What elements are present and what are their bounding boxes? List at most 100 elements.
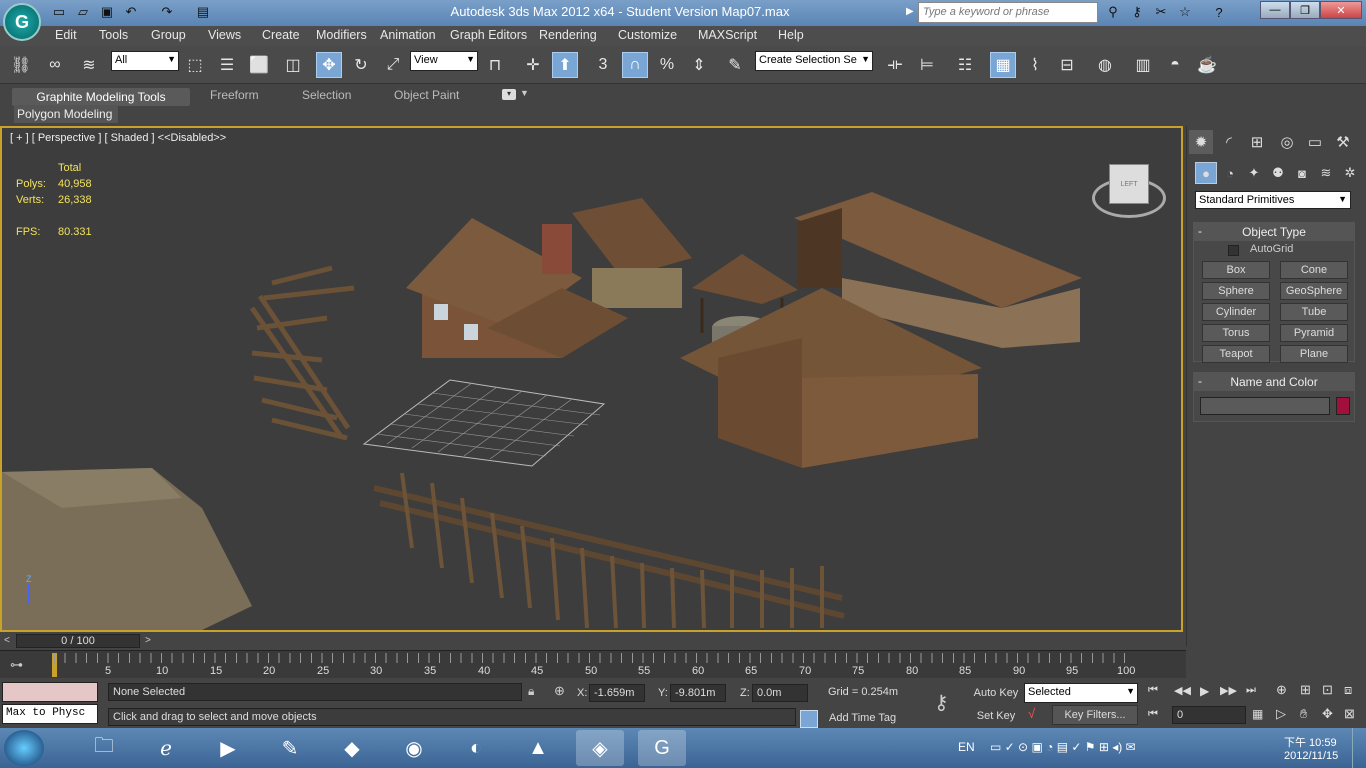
internet-explorer-icon[interactable]: ℯ xyxy=(142,730,190,766)
menu-graph-editors[interactable]: Graph Editors xyxy=(450,28,527,42)
auto-key-button[interactable]: Auto Key xyxy=(972,683,1020,703)
name-color-header[interactable]: - Name and Color xyxy=(1194,373,1354,391)
layer-manager-icon[interactable]: ☷ xyxy=(952,52,978,78)
geosphere-button[interactable]: GeoSphere xyxy=(1280,282,1348,300)
time-slider[interactable]: 0 / 100 xyxy=(16,634,140,648)
slider-left-arrow-icon[interactable]: < xyxy=(4,635,10,646)
selection-set-dropdown[interactable]: Create Selection Se ▼ xyxy=(755,51,873,71)
timeline[interactable]: ⊶ 5 10 15 20 25 30 35 40 45 50 55 60 65 … xyxy=(0,650,1186,678)
next-frame-icon[interactable]: ▶▶ xyxy=(1220,684,1237,697)
select-by-name-icon[interactable]: ☰ xyxy=(214,52,240,78)
current-frame-field[interactable]: 0 xyxy=(1172,706,1246,724)
edit-named-selection-icon[interactable]: ✎ xyxy=(722,52,748,78)
sphere-button[interactable]: Sphere xyxy=(1202,282,1270,300)
key-icon[interactable]: ⚷ xyxy=(1128,3,1146,21)
collapse-icon[interactable]: - xyxy=(1198,224,1202,238)
cylinder-button[interactable]: Cylinder xyxy=(1202,303,1270,321)
rendered-frame-icon[interactable]: ◓ xyxy=(1162,52,1188,78)
menu-group[interactable]: Group xyxy=(151,28,186,42)
perspective-viewport[interactable]: [ + ] [ Perspective ] [ Shaded ] <<Disab… xyxy=(0,126,1183,632)
reference-coordinate-dropdown[interactable]: View ▼ xyxy=(410,51,478,71)
cone-button[interactable]: Cone xyxy=(1280,261,1348,279)
ribbon-options-icon[interactable]: ▾ xyxy=(502,89,516,100)
systems-icon[interactable]: ✲ xyxy=(1339,162,1361,184)
render-setup-icon[interactable]: ▥ xyxy=(1130,52,1156,78)
tab-object-paint[interactable]: Object Paint xyxy=(394,88,459,106)
field-of-view-icon[interactable]: ▷ xyxy=(1276,706,1286,722)
set-keys-key-icon[interactable]: ⚷ xyxy=(934,690,949,715)
chevron-down-icon[interactable]: ▼ xyxy=(520,88,529,98)
open-file-icon[interactable]: ▱ xyxy=(74,3,92,21)
motion-tab-icon[interactable]: ◎ xyxy=(1275,130,1299,154)
clock-time[interactable]: 下午 10:59 xyxy=(1284,734,1337,750)
hierarchy-tab-icon[interactable]: ⊞ xyxy=(1245,130,1269,154)
chrome-icon[interactable]: ◉ xyxy=(390,730,438,766)
tab-selection[interactable]: Selection xyxy=(302,88,351,106)
menu-edit[interactable]: Edit xyxy=(55,28,77,42)
geometry-icon[interactable]: ● xyxy=(1195,162,1217,184)
key-mode-toggle-icon[interactable]: ⏮ xyxy=(1148,708,1158,721)
select-manipulate-icon[interactable]: ✛ xyxy=(520,52,546,78)
menu-modifiers[interactable]: Modifiers xyxy=(316,28,367,42)
rectangular-selection-icon[interactable]: ⬜ xyxy=(246,52,272,78)
menu-customize[interactable]: Customize xyxy=(618,28,677,42)
set-key-button[interactable]: Set Key xyxy=(972,706,1020,726)
tab-graphite-modeling-tools[interactable]: Graphite Modeling Tools xyxy=(12,88,190,106)
tray-icons[interactable]: ▭ ✓ ⊙ ▣ ◔ ▤ ✓ ⚑ ⊞ ◂) ✉ xyxy=(990,740,1136,754)
time-configuration-icon[interactable]: ▦ xyxy=(1252,707,1263,721)
material-editor-icon[interactable]: ◍ xyxy=(1092,52,1118,78)
menu-create[interactable]: Create xyxy=(262,28,300,42)
help-icon[interactable]: ? xyxy=(1210,3,1228,21)
time-tag-icon[interactable] xyxy=(800,710,818,728)
object-color-swatch[interactable] xyxy=(1336,397,1350,415)
space-warps-icon[interactable]: ≋ xyxy=(1315,162,1337,184)
menu-rendering[interactable]: Rendering xyxy=(539,28,597,42)
link-icon[interactable]: ⛓ xyxy=(8,52,34,78)
select-and-scale-icon[interactable]: ⤢ xyxy=(380,52,406,78)
play-icon[interactable]: ▶ xyxy=(1200,684,1209,698)
mini-curve-editor-icon[interactable]: ⊶ xyxy=(10,657,23,673)
default-tangent-icon[interactable]: √ xyxy=(1028,706,1035,721)
box-button[interactable]: Box xyxy=(1202,261,1270,279)
favorites-star-icon[interactable]: ☆ xyxy=(1176,3,1194,21)
sketchup-icon[interactable]: ◆ xyxy=(328,730,376,766)
search-input[interactable]: Type a keyword or phrase xyxy=(918,2,1098,23)
go-to-start-icon[interactable]: ⏮ xyxy=(1148,684,1158,697)
utilities-tab-icon[interactable]: ⚒ xyxy=(1331,130,1355,154)
menu-help[interactable]: Help xyxy=(778,28,804,42)
project-folder-icon[interactable]: ▤ xyxy=(194,3,212,21)
key-mode-dropdown[interactable]: Selected ▼ xyxy=(1024,683,1138,703)
plane-button[interactable]: Plane xyxy=(1280,345,1348,363)
start-button-icon[interactable] xyxy=(4,730,44,766)
menu-views[interactable]: Views xyxy=(208,28,241,42)
selection-filter-dropdown[interactable]: All ▼ xyxy=(111,51,179,71)
menu-animation[interactable]: Animation xyxy=(380,28,436,42)
unity-icon[interactable]: ◈ xyxy=(576,730,624,766)
select-and-move-icon[interactable]: ✥ xyxy=(316,52,342,78)
y-coordinate-field[interactable]: -9.801m xyxy=(670,684,726,702)
select-object-icon[interactable]: ⬚ xyxy=(182,52,208,78)
align-icon[interactable]: ⊨ xyxy=(914,52,940,78)
zoom-all-icon[interactable]: ⊞ xyxy=(1300,682,1311,698)
add-time-tag-button[interactable]: Add Time Tag xyxy=(829,712,896,724)
shapes-icon[interactable]: ◔ xyxy=(1219,162,1241,184)
previous-frame-icon[interactable]: ◀◀ xyxy=(1174,684,1191,697)
lights-icon[interactable]: ✦ xyxy=(1243,162,1265,184)
helpers-icon[interactable]: ◙ xyxy=(1291,162,1313,184)
autogrid-checkbox[interactable] xyxy=(1228,245,1239,256)
orbit-icon[interactable]: ✥ xyxy=(1322,706,1333,722)
3dsmax-task-icon[interactable]: G xyxy=(638,730,686,766)
language-indicator[interactable]: EN xyxy=(958,740,975,754)
spinner-snap-icon[interactable]: ⇕ xyxy=(686,52,712,78)
torus-button[interactable]: Torus xyxy=(1202,324,1270,342)
snaps-toggle-icon[interactable]: 3 xyxy=(590,52,616,78)
mirror-icon[interactable]: ⟛ xyxy=(882,52,908,78)
paint-icon[interactable]: ✎ xyxy=(266,730,314,766)
show-desktop-button[interactable] xyxy=(1352,728,1366,768)
unlink-icon[interactable]: ∞ xyxy=(42,52,68,78)
clock-date[interactable]: 2012/11/15 xyxy=(1284,750,1338,762)
zoom-extents-icon[interactable]: ⊡ xyxy=(1322,682,1333,698)
lock-selection-icon[interactable]: 🔒︎ xyxy=(528,684,534,699)
slider-right-arrow-icon[interactable]: > xyxy=(145,635,151,646)
firefox-icon[interactable]: ◐ xyxy=(452,730,500,766)
